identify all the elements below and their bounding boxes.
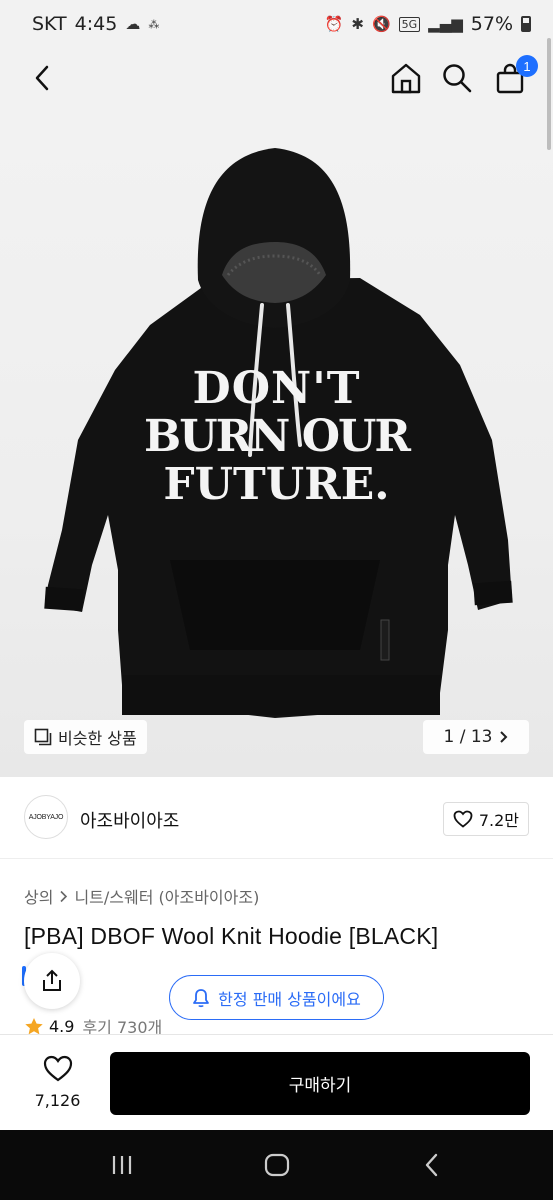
print-line-1: DON'T: [192, 363, 361, 414]
search-button[interactable]: [437, 58, 477, 98]
alarm-icon: ⏰: [324, 15, 344, 33]
star-icon: [25, 1017, 43, 1034]
bluetooth-icon: ✱: [351, 15, 364, 33]
battery-icon: [521, 16, 531, 32]
recent-apps-icon: [112, 1156, 132, 1174]
data-usage-icon: ⁂: [148, 17, 160, 31]
carrier-label: SKT: [32, 13, 67, 35]
wishlist-count: 7,126: [34, 1091, 81, 1110]
cart-count-badge: 1: [516, 55, 538, 77]
system-nav-bar: [0, 1130, 553, 1200]
chevron-right-icon: [60, 890, 68, 902]
clock: 4:45: [74, 13, 118, 35]
print-line-2: BURN OUR: [144, 411, 411, 462]
limited-sale-label: 한정 판매 상품이에요: [218, 989, 361, 1009]
product-title: [PBA] DBOF Wool Knit Hoodie [BLACK]: [24, 923, 439, 949]
network-type-label: 5G: [398, 16, 421, 32]
scroll-indicator: [547, 38, 551, 150]
recent-apps-button[interactable]: [102, 1148, 142, 1182]
home-button[interactable]: [386, 58, 426, 98]
brand-like-button[interactable]: 7.2만: [442, 802, 529, 836]
status-left: SKT 4:45 ☁ ⁂: [32, 13, 159, 35]
brand-logo: AJOBYAJO: [24, 795, 68, 839]
product-image[interactable]: DON'T BURN OUR FUTURE. 비슷한 상품 1 / 13: [0, 110, 553, 777]
share-icon: [43, 969, 61, 991]
brand-row[interactable]: AJOBYAJO 아조바이아조 7.2만: [0, 777, 553, 859]
breadcrumb-subcategory[interactable]: 니트/스웨터 (아조바이아조): [74, 884, 259, 908]
rating-score: 4.9: [49, 1016, 75, 1036]
cart-button[interactable]: 1: [490, 55, 538, 98]
search-icon: [443, 64, 472, 93]
home-icon: [391, 63, 421, 94]
battery-percent: 57%: [470, 13, 513, 35]
chevron-right-icon: [500, 731, 508, 743]
wishlist-heart-icon[interactable]: [43, 1055, 73, 1082]
limited-sale-notice[interactable]: 한정 판매 상품이에요: [169, 975, 384, 1020]
share-button[interactable]: [24, 953, 80, 1009]
back-icon: [35, 65, 49, 91]
page-counter-text: 1 / 13: [443, 727, 493, 747]
home-nav-button[interactable]: [257, 1148, 297, 1182]
messenger-icon: ☁: [125, 15, 141, 33]
back-button[interactable]: [24, 60, 60, 96]
brand-name[interactable]: 아조바이아조: [80, 807, 179, 833]
mute-icon: 🔇: [371, 15, 391, 33]
bottom-action-bar: 7,126 구매하기: [0, 1034, 553, 1130]
print-line-3: FUTURE.: [163, 459, 390, 510]
bell-icon: [193, 988, 210, 1007]
status-bar: SKT 4:45 ☁ ⁂ ⏰ ✱ 🔇 5G ▂▄▆ 57%: [0, 0, 553, 48]
similar-items-button[interactable]: 비슷한 상품: [24, 720, 147, 754]
print-text: DON'T BURN OUR FUTURE.: [0, 365, 553, 509]
similar-items-label: 비슷한 상품: [58, 729, 137, 748]
status-right: ⏰ ✱ 🔇 5G ▂▄▆ 57%: [325, 13, 531, 35]
similar-icon: [34, 728, 52, 746]
app-header: 1: [0, 48, 553, 110]
back-nav-icon: [425, 1153, 438, 1177]
back-nav-button[interactable]: [412, 1148, 452, 1182]
heart-icon: [453, 810, 473, 828]
brand-like-count: 7.2만: [478, 811, 519, 830]
breadcrumb: 상의 니트/스웨터 (아조바이아조): [24, 884, 259, 908]
buy-button[interactable]: 구매하기: [110, 1052, 530, 1115]
image-page-counter[interactable]: 1 / 13: [423, 720, 529, 754]
home-nav-icon: [264, 1153, 290, 1177]
signal-icon: ▂▄▆: [428, 15, 463, 33]
breadcrumb-category[interactable]: 상의: [24, 884, 53, 908]
